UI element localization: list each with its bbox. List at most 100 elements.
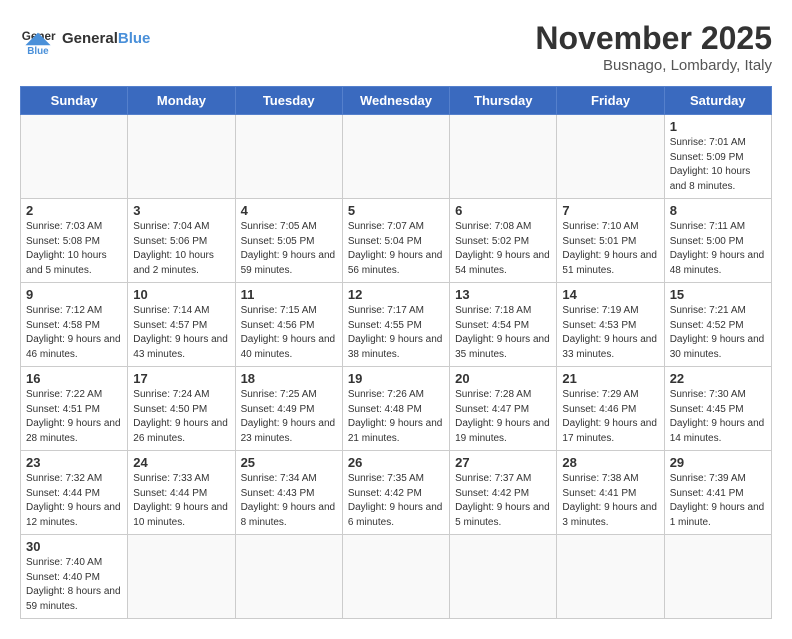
week-row-2: 2 Sunrise: 7:03 AM Sunset: 5:08 PM Daylig…	[21, 199, 772, 283]
day-info: Sunrise: 7:26 AM Sunset: 4:48 PM Dayligh…	[348, 388, 444, 446]
day-cell: 3 Sunrise: 7:04 AM Sunset: 5:06 PM Daylig…	[128, 199, 235, 283]
day-number: 13	[455, 287, 551, 302]
weekday-header-thursday: Thursday	[450, 87, 557, 115]
day-number: 1	[670, 119, 766, 134]
week-row-1: 1 Sunrise: 7:01 AM Sunset: 5:09 PM Daylig…	[21, 115, 772, 199]
day-cell: 6Sunrise: 7:08 AM Sunset: 5:02 PM Daylig…	[450, 199, 557, 283]
weekday-header-friday: Friday	[557, 87, 664, 115]
page-header: General Blue GeneralBlue November 2025 B…	[20, 20, 772, 74]
day-number: 25	[241, 455, 337, 470]
day-info: Sunrise: 7:39 AM Sunset: 4:41 PM Dayligh…	[670, 472, 766, 530]
day-info: Sunrise: 7:07 AM Sunset: 5:04 PM Dayligh…	[348, 220, 444, 278]
day-number: 27	[455, 455, 551, 470]
calendar: SundayMondayTuesdayWednesdayThursdayFrid…	[20, 86, 772, 619]
day-cell: 25 Sunrise: 7:34 AM Sunset: 4:43 PM Dayli…	[235, 451, 342, 535]
day-number: 20	[455, 371, 551, 386]
day-info: Sunrise: 7:34 AM Sunset: 4:43 PM Dayligh…	[241, 472, 337, 530]
title-block: November 2025 Busnago, Lombardy, Italy	[535, 20, 772, 74]
day-cell	[557, 535, 664, 619]
day-number: 24	[133, 455, 229, 470]
day-info: Sunrise: 7:29 AM Sunset: 4:46 PM Dayligh…	[562, 388, 658, 446]
day-cell: 21 Sunrise: 7:29 AM Sunset: 4:46 PM Dayli…	[557, 367, 664, 451]
logo-general-text: GeneralBlue	[62, 30, 150, 47]
day-info: Sunrise: 7:03 AM Sunset: 5:08 PM Dayligh…	[26, 220, 122, 278]
day-info: Sunrise: 7:35 AM Sunset: 4:42 PM Dayligh…	[348, 472, 444, 530]
day-info: Sunrise: 7:38 AM Sunset: 4:41 PM Dayligh…	[562, 472, 658, 530]
day-info: Sunrise: 7:08 AM Sunset: 5:02 PM Dayligh…	[455, 220, 551, 278]
weekday-header-monday: Monday	[128, 87, 235, 115]
day-cell: 29 Sunrise: 7:39 AM Sunset: 4:41 PM Dayli…	[664, 451, 771, 535]
day-info: Sunrise: 7:15 AM Sunset: 4:56 PM Dayligh…	[241, 304, 337, 362]
day-info: Sunrise: 7:19 AM Sunset: 4:53 PM Dayligh…	[562, 304, 658, 362]
day-number: 14	[562, 287, 658, 302]
weekday-header-tuesday: Tuesday	[235, 87, 342, 115]
svg-text:Blue: Blue	[27, 46, 49, 56]
day-number: 30	[26, 539, 122, 554]
day-cell	[21, 115, 128, 199]
day-cell: 1 Sunrise: 7:01 AM Sunset: 5:09 PM Daylig…	[664, 115, 771, 199]
day-cell: 20 Sunrise: 7:28 AM Sunset: 4:47 PM Dayli…	[450, 367, 557, 451]
day-number: 10	[133, 287, 229, 302]
day-number: 23	[26, 455, 122, 470]
weekday-header-wednesday: Wednesday	[342, 87, 449, 115]
logo: General Blue GeneralBlue	[20, 20, 150, 56]
day-cell: 11 Sunrise: 7:15 AM Sunset: 4:56 PM Dayli…	[235, 283, 342, 367]
day-info: Sunrise: 7:11 AM Sunset: 5:00 PM Dayligh…	[670, 220, 766, 278]
day-info: Sunrise: 7:33 AM Sunset: 4:44 PM Dayligh…	[133, 472, 229, 530]
day-cell: 14 Sunrise: 7:19 AM Sunset: 4:53 PM Dayli…	[557, 283, 664, 367]
day-cell: 8Sunrise: 7:11 AM Sunset: 5:00 PM Daylig…	[664, 199, 771, 283]
weekday-header-sunday: Sunday	[21, 87, 128, 115]
day-number: 3	[133, 203, 229, 218]
day-info: Sunrise: 7:10 AM Sunset: 5:01 PM Dayligh…	[562, 220, 658, 278]
day-cell: 19 Sunrise: 7:26 AM Sunset: 4:48 PM Dayli…	[342, 367, 449, 451]
day-number: 15	[670, 287, 766, 302]
day-number: 11	[241, 287, 337, 302]
day-cell: 9Sunrise: 7:12 AM Sunset: 4:58 PM Daylig…	[21, 283, 128, 367]
day-cell: 4Sunrise: 7:05 AM Sunset: 5:05 PM Daylig…	[235, 199, 342, 283]
week-row-4: 16Sunrise: 7:22 AM Sunset: 4:51 PM Dayli…	[21, 367, 772, 451]
day-info: Sunrise: 7:28 AM Sunset: 4:47 PM Dayligh…	[455, 388, 551, 446]
day-cell: 18Sunrise: 7:25 AM Sunset: 4:49 PM Dayli…	[235, 367, 342, 451]
day-info: Sunrise: 7:32 AM Sunset: 4:44 PM Dayligh…	[26, 472, 122, 530]
day-number: 29	[670, 455, 766, 470]
day-cell: 28 Sunrise: 7:38 AM Sunset: 4:41 PM Dayli…	[557, 451, 664, 535]
day-cell	[128, 115, 235, 199]
day-cell	[664, 535, 771, 619]
day-number: 12	[348, 287, 444, 302]
day-cell: 12 Sunrise: 7:17 AM Sunset: 4:55 PM Dayli…	[342, 283, 449, 367]
day-cell: 13Sunrise: 7:18 AM Sunset: 4:54 PM Dayli…	[450, 283, 557, 367]
day-info: Sunrise: 7:04 AM Sunset: 5:06 PM Dayligh…	[133, 220, 229, 278]
day-number: 19	[348, 371, 444, 386]
day-cell: 17Sunrise: 7:24 AM Sunset: 4:50 PM Dayli…	[128, 367, 235, 451]
day-cell: 16Sunrise: 7:22 AM Sunset: 4:51 PM Dayli…	[21, 367, 128, 451]
day-info: Sunrise: 7:17 AM Sunset: 4:55 PM Dayligh…	[348, 304, 444, 362]
day-info: Sunrise: 7:37 AM Sunset: 4:42 PM Dayligh…	[455, 472, 551, 530]
week-row-5: 23 Sunrise: 7:32 AM Sunset: 4:44 PM Dayli…	[21, 451, 772, 535]
day-info: Sunrise: 7:12 AM Sunset: 4:58 PM Dayligh…	[26, 304, 122, 362]
week-row-3: 9Sunrise: 7:12 AM Sunset: 4:58 PM Daylig…	[21, 283, 772, 367]
day-info: Sunrise: 7:14 AM Sunset: 4:57 PM Dayligh…	[133, 304, 229, 362]
location: Busnago, Lombardy, Italy	[535, 57, 772, 74]
weekday-header-saturday: Saturday	[664, 87, 771, 115]
day-info: Sunrise: 7:24 AM Sunset: 4:50 PM Dayligh…	[133, 388, 229, 446]
day-cell: 7 Sunrise: 7:10 AM Sunset: 5:01 PM Daylig…	[557, 199, 664, 283]
week-row-6: 30Sunrise: 7:40 AM Sunset: 4:40 PM Dayli…	[21, 535, 772, 619]
day-cell: 2 Sunrise: 7:03 AM Sunset: 5:08 PM Daylig…	[21, 199, 128, 283]
day-number: 7	[562, 203, 658, 218]
day-number: 2	[26, 203, 122, 218]
day-cell	[450, 115, 557, 199]
day-number: 26	[348, 455, 444, 470]
logo-icon: General Blue	[20, 20, 56, 56]
day-number: 21	[562, 371, 658, 386]
day-info: Sunrise: 7:01 AM Sunset: 5:09 PM Dayligh…	[670, 136, 766, 194]
day-cell	[128, 535, 235, 619]
day-number: 28	[562, 455, 658, 470]
day-info: Sunrise: 7:30 AM Sunset: 4:45 PM Dayligh…	[670, 388, 766, 446]
day-cell	[342, 115, 449, 199]
day-cell: 24 Sunrise: 7:33 AM Sunset: 4:44 PM Dayli…	[128, 451, 235, 535]
day-info: Sunrise: 7:05 AM Sunset: 5:05 PM Dayligh…	[241, 220, 337, 278]
day-number: 5	[348, 203, 444, 218]
month-title: November 2025	[535, 20, 772, 57]
day-cell: 15Sunrise: 7:21 AM Sunset: 4:52 PM Dayli…	[664, 283, 771, 367]
day-number: 16	[26, 371, 122, 386]
